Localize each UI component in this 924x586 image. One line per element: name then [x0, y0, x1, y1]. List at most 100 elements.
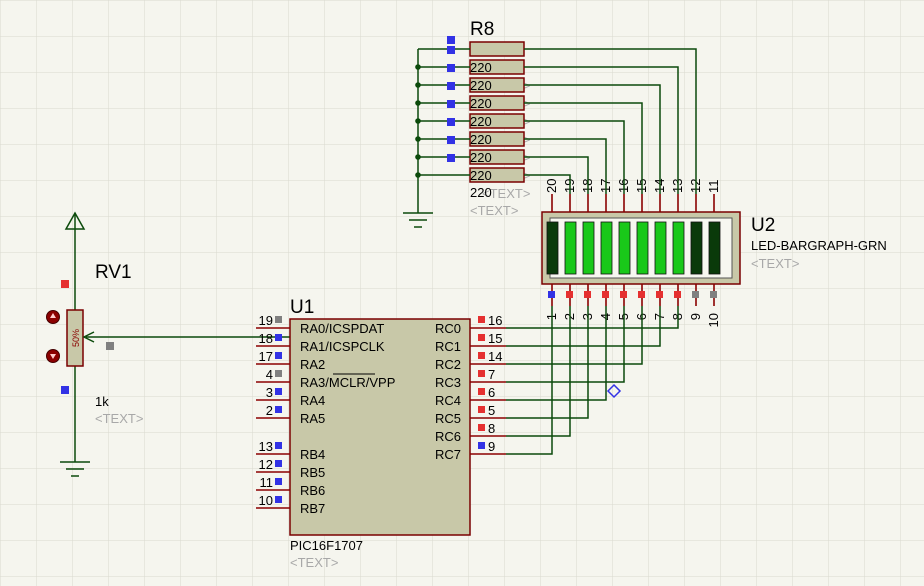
u2-text: <TEXT> [751, 256, 799, 271]
pin-state-marker [602, 291, 609, 298]
pin-number: 7 [488, 367, 495, 382]
pin-label: RC4 [435, 393, 461, 408]
resistor-value: 220 [470, 96, 492, 111]
led-segment [636, 221, 649, 275]
pin-label: RC7 [435, 447, 461, 462]
pin-label: RA5 [300, 411, 325, 426]
rv1-bottom-pin-state [61, 386, 69, 394]
junction-dot [415, 64, 421, 70]
pin-label: RB7 [300, 501, 325, 516]
u2-ref: U2 [751, 215, 775, 236]
led-segment [672, 221, 685, 275]
pin-state-marker [478, 352, 485, 359]
pin-state-marker [478, 334, 485, 341]
pin-state-marker [638, 291, 645, 298]
pin-state-marker [447, 118, 455, 126]
resistor-value: 220 [470, 60, 492, 75]
pin-number: 11 [706, 180, 721, 194]
pin-state-marker [447, 154, 455, 162]
pin-label: RC2 [435, 357, 461, 372]
pin-number: 9 [688, 313, 703, 320]
junction-dot [415, 136, 421, 142]
pin-number: 8 [488, 421, 495, 436]
resistor-text: <TEXT> [470, 203, 518, 218]
junction-dot [415, 100, 421, 106]
pin-state-marker [710, 291, 717, 298]
resistor-value: 220 [470, 185, 492, 200]
pin-state-marker [566, 291, 573, 298]
resistor-value: 220 [470, 114, 492, 129]
junction-dot [415, 82, 421, 88]
pin-state-marker [447, 36, 455, 44]
pin-state-marker [692, 291, 699, 298]
pin-state-marker [447, 100, 455, 108]
pin-state-marker [275, 496, 282, 503]
u1-ref: U1 [290, 297, 314, 318]
pin-state-marker [656, 291, 663, 298]
pin-state-marker [447, 82, 455, 90]
junction-dot [415, 172, 421, 178]
led-segment [690, 221, 703, 275]
r8-common-body[interactable] [469, 41, 525, 57]
pin-label: RB6 [300, 483, 325, 498]
pin-state-marker [674, 291, 681, 298]
ic-u1[interactable]: U1 PIC16F1707 <TEXT> 19 RA0/ICSPDAT 18 RA1/… [256, 297, 506, 570]
u2-part: LED-BARGRAPH-GRN [751, 238, 887, 253]
rv1-text: <TEXT> [95, 411, 143, 426]
rv1-ref: RV1 [95, 262, 132, 283]
arrow-up-icon[interactable] [46, 310, 60, 324]
pin-number: 5 [488, 403, 495, 418]
pin-state-marker [548, 291, 555, 298]
pin-label: RA1/ICSPCLK [300, 339, 385, 354]
pin-state-marker [275, 388, 282, 395]
pin-label: RC1 [435, 339, 461, 354]
pin-number: 12 [259, 457, 273, 472]
pin-state-marker [478, 316, 485, 323]
rv1-wiper-percent: 50% [71, 329, 81, 347]
pin-number: 10 [259, 493, 273, 508]
schematic-canvas[interactable]: 50% RV1 1k <TEXT> U1 PIC16F1707 <TEXT> 1… [0, 0, 924, 586]
rv1-top-pin-state [61, 280, 69, 288]
pin-label: RB5 [300, 465, 325, 480]
pin-state-marker [447, 136, 455, 144]
pin-label: RC5 [435, 411, 461, 426]
pin-number: 13 [259, 439, 273, 454]
u1-text: <TEXT> [290, 555, 338, 570]
pin-label: RA3/MCLR/VPP [300, 375, 395, 390]
pin-state-marker [275, 442, 282, 449]
pin-state-marker [447, 64, 455, 72]
rv1-wiper-pin-state [106, 342, 114, 350]
pin-number: 2 [266, 403, 273, 418]
pin-state-marker [275, 460, 282, 467]
led-segment [708, 221, 721, 275]
u1-part: PIC16F1707 [290, 538, 363, 553]
pin-number: 11 [260, 475, 274, 490]
pin-number: 6 [488, 385, 495, 400]
pin-state-marker [478, 388, 485, 395]
resistor-value: 220 [470, 150, 492, 165]
pin-number: 20 [544, 179, 559, 193]
pin-number: 16 [488, 313, 502, 328]
pin-number: 17 [259, 349, 273, 364]
junction-dot [415, 154, 421, 160]
pin-state-marker [275, 478, 282, 485]
pin-state-marker [275, 370, 282, 377]
resistor-value: 220 [470, 132, 492, 147]
led-segment [654, 221, 667, 275]
led-segment [582, 221, 595, 275]
pin-state-marker [275, 334, 282, 341]
pin-number: 9 [488, 439, 495, 454]
pin-state-marker [478, 406, 485, 413]
pin-number: 19 [259, 313, 273, 328]
pin-state-marker [275, 352, 282, 359]
pin-state-marker [447, 46, 455, 54]
pin-number: 10 [706, 313, 721, 327]
pin-state-marker [275, 406, 282, 413]
pin-number: 14 [488, 349, 502, 364]
pin-label: RA2 [300, 357, 325, 372]
pin-state-marker [275, 316, 282, 323]
led-segment [564, 221, 577, 275]
arrow-down-icon[interactable] [46, 349, 60, 363]
pin-state-marker [620, 291, 627, 298]
pin-label: RC3 [435, 375, 461, 390]
